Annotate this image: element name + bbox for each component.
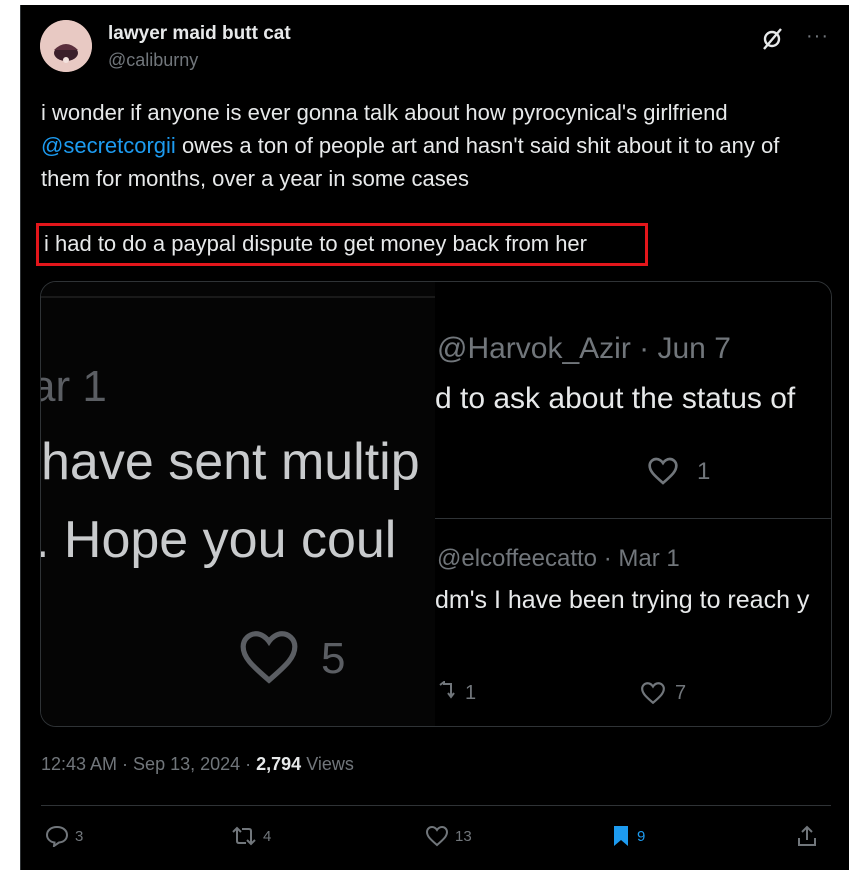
mention-link[interactable]: @secretcorgii	[41, 133, 176, 158]
tweet-detail: lawyer maid butt cat @caliburny ··· i wo…	[20, 5, 849, 870]
reply-text: dm's I have been trying to reach y	[435, 586, 810, 614]
share-button[interactable]	[796, 823, 824, 849]
views-count: 2,794	[256, 754, 302, 774]
reply-button[interactable]: 3	[45, 823, 83, 849]
bookmark-button[interactable]: 9	[611, 823, 645, 849]
more-options-icon[interactable]: ···	[806, 26, 829, 46]
media-image-left[interactable]: ar 1 have sent multip . Hope you coul 5	[41, 282, 435, 726]
repost-button[interactable]: 4	[231, 823, 271, 849]
highlight-box: i had to do a paypal dispute to get mone…	[36, 223, 648, 266]
heart-icon	[425, 825, 449, 847]
bookmark-icon	[614, 826, 628, 846]
like-button[interactable]: 13	[425, 823, 472, 849]
divider	[41, 296, 435, 298]
heart-icon	[240, 631, 298, 684]
screenshot-text-line1: have sent multip	[41, 433, 420, 491]
share-icon	[798, 825, 816, 846]
reply-text: d to ask about the status of	[435, 382, 796, 415]
heart-icon	[641, 682, 665, 705]
display-name[interactable]: lawyer maid butt cat	[108, 23, 291, 45]
tweet-text: i wonder if anyone is ever gonna talk ab…	[41, 96, 831, 195]
like-count: 13	[455, 827, 472, 845]
reply-count: 3	[75, 827, 84, 845]
views-label: Views	[301, 754, 354, 774]
timestamp[interactable]: 12:43 AM · Sep 13, 2024 ·	[41, 754, 256, 774]
screenshot-text-line2: . Hope you coul	[41, 511, 397, 569]
retweet-icon	[439, 681, 455, 699]
tweet-meta: 12:43 AM · Sep 13, 2024 · 2,794 Views	[41, 754, 354, 775]
reply-retweet-count: 1	[465, 682, 477, 704]
reply-header: @elcoffeecatto · Mar 1	[437, 545, 680, 572]
media-image-right[interactable]: @Harvok_Azir · Jun 7 d to ask about the …	[435, 282, 831, 726]
reply-like-count: 7	[675, 682, 687, 704]
media-attachment[interactable]: ar 1 have sent multip . Hope you coul 5 …	[40, 281, 832, 727]
heart-icon	[648, 457, 678, 485]
user-handle[interactable]: @caliburny	[108, 50, 198, 71]
divider	[41, 805, 831, 806]
highlighted-line: i had to do a paypal dispute to get mone…	[44, 231, 587, 256]
repost-count: 4	[263, 827, 272, 845]
avatar[interactable]	[40, 20, 92, 72]
repost-icon	[232, 826, 256, 846]
reply-icon	[45, 825, 69, 847]
tweet-text-part1: i wonder if anyone is ever gonna talk ab…	[41, 100, 728, 125]
screenshot-like-count: 5	[321, 634, 346, 683]
bookmark-count: 9	[637, 827, 646, 845]
screenshot-date: ar 1	[41, 362, 107, 411]
reply-header: @Harvok_Azir · Jun 7	[437, 332, 731, 365]
screenshot-reply-top: @Harvok_Azir · Jun 7 d to ask about the …	[435, 282, 831, 519]
grok-icon[interactable]	[759, 26, 785, 52]
reply-like-count: 1	[697, 458, 711, 485]
